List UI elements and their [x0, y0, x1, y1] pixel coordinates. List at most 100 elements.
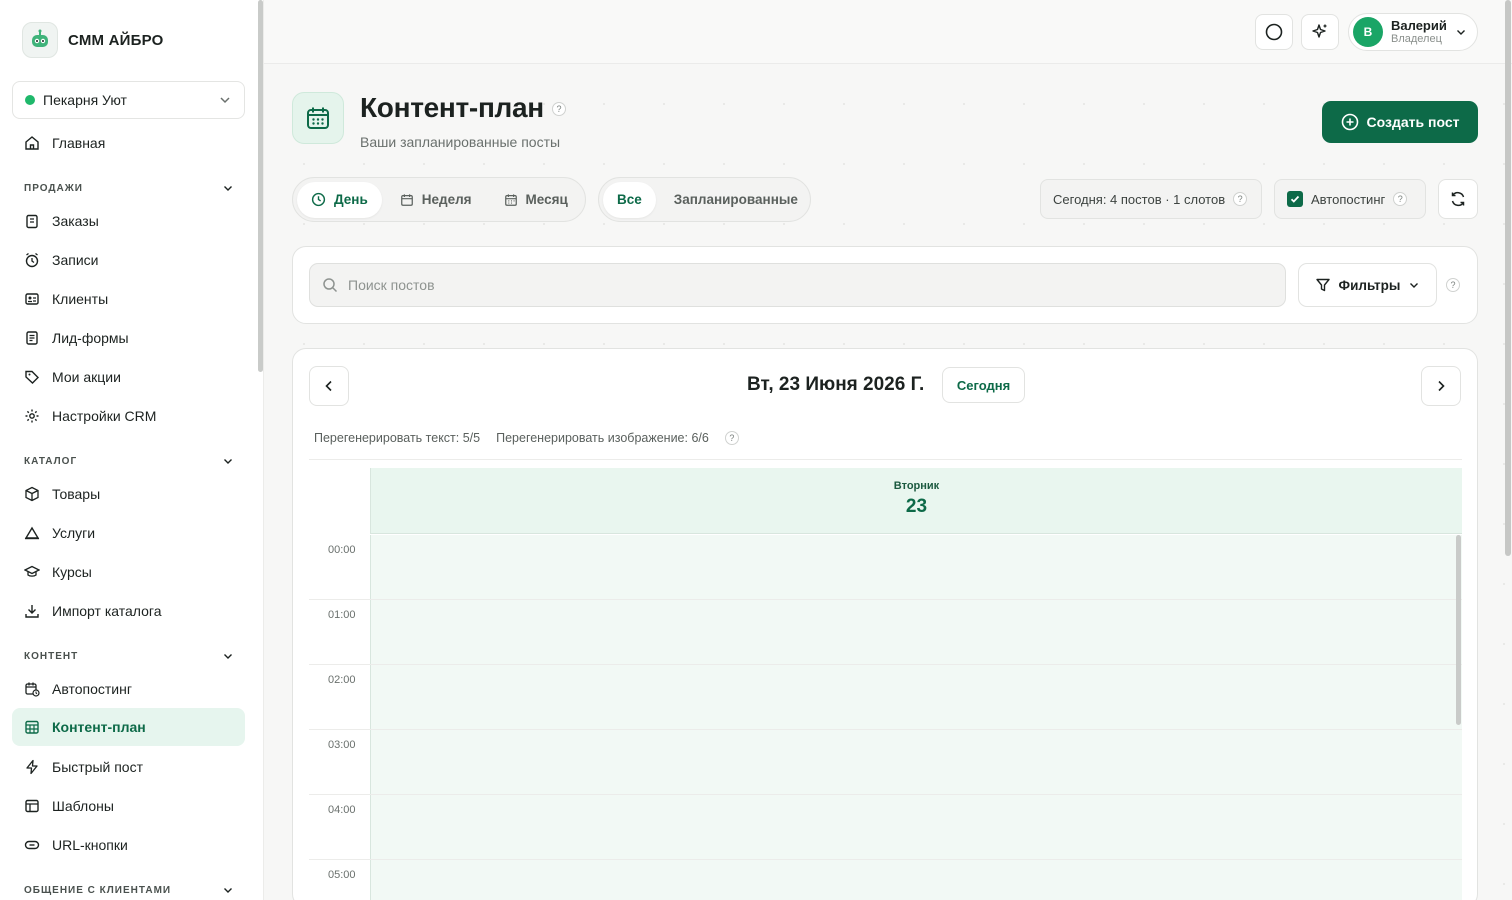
- sidebar-item-label: Контент-план: [52, 719, 146, 735]
- next-day-button[interactable]: [1421, 366, 1461, 406]
- day-number: 23: [905, 496, 928, 517]
- regen-text-limit: Перегенерировать текст: 5/5: [314, 431, 481, 445]
- regen-image-limit: Перегенерировать изображение: 6/6: [496, 431, 709, 445]
- sidebar-item-lead-forms[interactable]: Лид-формы: [12, 319, 245, 357]
- sidebar-item-appointments[interactable]: Записи: [12, 241, 245, 279]
- shop-selector[interactable]: Пекарня Уют: [12, 81, 245, 119]
- section-label: ОБЩЕНИЕ С КЛИЕНТАМИ: [24, 884, 172, 896]
- sparkles-icon: [1312, 24, 1327, 38]
- home-icon: [25, 136, 39, 150]
- day-header: Вторник 23: [370, 468, 1462, 534]
- sidebar-item-label: Товары: [52, 486, 101, 502]
- sidebar-item-templates[interactable]: Шаблоны: [12, 787, 245, 825]
- prev-day-button[interactable]: [309, 366, 349, 406]
- status-button[interactable]: [1255, 14, 1293, 50]
- help-icon[interactable]: ?: [1446, 278, 1460, 292]
- form-icon: [26, 331, 38, 345]
- time-label: 03:00: [328, 739, 356, 751]
- tab-day[interactable]: День: [297, 181, 382, 218]
- regeneration-limits: Перегенерировать текст: 5/5 Перегенериро…: [314, 431, 739, 445]
- section-label: КОНТЕНТ: [24, 650, 79, 662]
- brand[interactable]: СММ АЙБРО: [22, 22, 163, 58]
- tab-label: Неделя: [421, 192, 472, 207]
- time-slot[interactable]: 05:00: [309, 860, 1462, 900]
- section-content[interactable]: КОНТЕНТ: [24, 648, 234, 664]
- time-slot[interactable]: 04:00: [309, 795, 1462, 860]
- sidebar-item-label: Клиенты: [52, 291, 109, 307]
- tab-month[interactable]: Месяц: [490, 182, 582, 218]
- time-slot[interactable]: 01:00: [309, 600, 1462, 665]
- calendar-scrollbar[interactable]: [1456, 535, 1461, 725]
- layout-template-icon: [25, 799, 39, 813]
- sidebar-item-promotions[interactable]: Мои акции: [12, 358, 245, 396]
- sidebar-item-label: Лид-формы: [52, 330, 129, 346]
- time-slot[interactable]: 02:00: [309, 665, 1462, 730]
- tab-week[interactable]: Неделя: [386, 182, 486, 218]
- filters-button[interactable]: Фильтры: [1298, 263, 1437, 307]
- help-icon[interactable]: ?: [1233, 192, 1248, 206]
- sidebar-item-label: Услуги: [52, 525, 96, 541]
- view-tabs: День Неделя Месяц: [292, 177, 586, 222]
- sidebar-item-quick-post[interactable]: Быстрый пост: [12, 748, 245, 786]
- sidebar-item-label: Шаблоны: [52, 798, 114, 814]
- chevron-down-icon: [224, 654, 232, 659]
- today-button[interactable]: Сегодня: [942, 367, 1025, 403]
- top-bar: В Валерий Владелец: [264, 0, 1512, 64]
- chevron-down-icon: [1457, 30, 1465, 35]
- brand-name: СММ АЙБРО: [68, 31, 164, 49]
- sidebar-item-label: Настройки CRM: [52, 408, 157, 424]
- sidebar-item-label: Курсы: [52, 564, 92, 580]
- robot-logo-icon: [22, 22, 58, 58]
- page-scrollbar[interactable]: [1505, 0, 1511, 556]
- contact-card-icon: [25, 293, 39, 305]
- calendar-icon: [292, 92, 344, 144]
- today-stats-text: Сегодня: 4 постов · 1 слотов: [1053, 191, 1226, 207]
- time-label: 01:00: [328, 609, 356, 621]
- autoposting-toggle[interactable]: Автопостинг ?: [1274, 179, 1426, 219]
- tab-label: Месяц: [525, 192, 568, 207]
- sidebar-item-crm-settings[interactable]: Настройки CRM: [12, 397, 245, 435]
- lightning-icon: [26, 759, 38, 775]
- tab-scheduled[interactable]: Запланированные: [660, 182, 812, 218]
- sidebar-item-autoposting[interactable]: Автопостинг: [12, 670, 245, 708]
- checkbox-checked-icon[interactable]: [1287, 191, 1303, 207]
- time-slot[interactable]: 00:00: [309, 535, 1462, 600]
- section-label: ПРОДАЖИ: [24, 182, 83, 194]
- help-icon[interactable]: ?: [1393, 192, 1408, 206]
- sidebar-item-url-buttons[interactable]: URL-кнопки: [12, 826, 245, 864]
- create-post-button[interactable]: Создать пост: [1322, 101, 1478, 143]
- filters-label: Фильтры: [1338, 277, 1401, 293]
- section-catalog[interactable]: КАТАЛОГ: [24, 453, 234, 469]
- refresh-button[interactable]: [1438, 179, 1478, 219]
- help-icon[interactable]: ?: [724, 431, 739, 445]
- sidebar-item-content-plan[interactable]: Контент-план: [12, 708, 245, 746]
- sidebar-item-label: URL-кнопки: [52, 837, 128, 853]
- ai-button[interactable]: [1301, 14, 1339, 50]
- chevron-down-icon: [224, 459, 232, 464]
- user-menu[interactable]: В Валерий Владелец: [1348, 13, 1478, 51]
- time-label: 00:00: [328, 544, 356, 556]
- tab-all[interactable]: Все: [603, 181, 656, 218]
- sidebar-item-orders[interactable]: Заказы: [12, 202, 245, 240]
- search-box[interactable]: [309, 263, 1286, 307]
- section-sales[interactable]: ПРОДАЖИ: [24, 180, 234, 196]
- day-name: Вторник: [893, 480, 940, 492]
- time-label: 05:00: [328, 869, 356, 881]
- today-stats: Сегодня: 4 постов · 1 слотов ?: [1040, 179, 1262, 219]
- download-icon: [25, 605, 39, 618]
- time-slot[interactable]: 03:00: [309, 730, 1462, 795]
- avatar: В: [1353, 17, 1383, 47]
- section-clients[interactable]: ОБЩЕНИЕ С КЛИЕНТАМИ: [24, 882, 234, 898]
- help-icon[interactable]: ?: [552, 102, 566, 116]
- sidebar-item-label: Главная: [52, 135, 106, 151]
- sidebar-item-services[interactable]: Услуги: [12, 514, 245, 552]
- sidebar-scrollbar[interactable]: [258, 0, 263, 372]
- sidebar-item-clients[interactable]: Клиенты: [12, 280, 245, 318]
- sidebar-item-courses[interactable]: Курсы: [12, 553, 245, 591]
- sidebar-item-products[interactable]: Товары: [12, 475, 245, 513]
- sidebar-item-label: Мои акции: [52, 369, 121, 385]
- tab-label: Все: [617, 192, 642, 207]
- sidebar-item-catalog-import[interactable]: Импорт каталога: [12, 592, 245, 630]
- search-input[interactable]: [348, 277, 1248, 293]
- sidebar-item-home[interactable]: Главная: [12, 124, 245, 162]
